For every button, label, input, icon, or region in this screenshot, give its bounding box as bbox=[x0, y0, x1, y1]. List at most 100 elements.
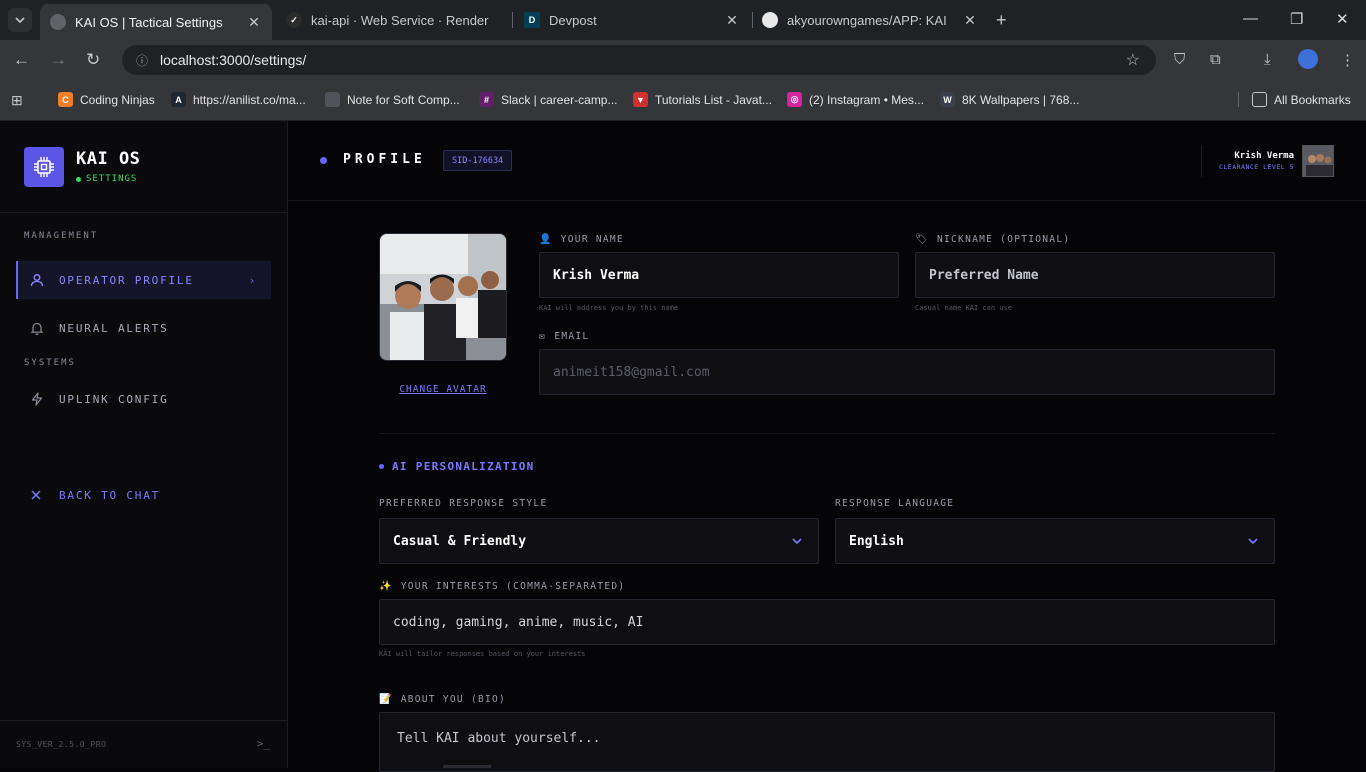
sidebar-item-uplink-config[interactable]: UPLINK CONFIG bbox=[16, 380, 271, 418]
tab-kai-settings[interactable]: KAI OS | Tactical Settings ✕ bbox=[40, 4, 272, 40]
response-language-select[interactable]: English bbox=[835, 518, 1275, 564]
version-label: SYS_VER_2.5.0_PRO bbox=[16, 740, 107, 749]
bookmark-anilist[interactable]: A https://anilist.co/ma... bbox=[171, 92, 306, 107]
status-dot bbox=[76, 176, 81, 182]
slack-icon: # bbox=[479, 92, 494, 107]
page-title: PROFILE bbox=[343, 152, 426, 167]
bell-icon bbox=[30, 321, 46, 335]
settings-main: PROFILE SID-176634 Krish Verma CLEARANCE… bbox=[288, 121, 1366, 772]
user-badge[interactable]: Krish Verma CLEARANCE LEVEL 5 bbox=[1201, 145, 1366, 177]
tab-search-button[interactable] bbox=[8, 8, 32, 32]
brand-header: KAI OS SETTINGS bbox=[0, 121, 287, 213]
close-window-icon[interactable]: ✕ bbox=[1336, 10, 1349, 28]
apps-grid-icon[interactable]: ⊞ bbox=[11, 92, 23, 109]
chevron-down-icon bbox=[790, 534, 804, 552]
lightning-icon bbox=[30, 392, 46, 406]
close-tab-icon[interactable]: ✕ bbox=[962, 12, 978, 29]
section-label-systems: SYSTEMS bbox=[24, 358, 76, 368]
bio-label: 📝 ABOUT YOU (BIO) bbox=[379, 694, 507, 705]
interests-hint: KAI will tailor responses based on your … bbox=[379, 650, 586, 658]
bookmark-slack[interactable]: # Slack | career-camp... bbox=[479, 92, 617, 107]
reload-icon[interactable]: ↻ bbox=[86, 50, 100, 70]
name-field[interactable]: Krish Verma bbox=[539, 252, 899, 298]
chip-icon bbox=[24, 147, 64, 187]
nickname-field[interactable]: Preferred Name bbox=[915, 252, 1275, 298]
nickname-hint: Casual name KAI can use bbox=[915, 304, 1012, 312]
status-indicator: SETTINGS bbox=[76, 174, 137, 184]
all-bookmarks[interactable]: All Bookmarks bbox=[1238, 92, 1351, 107]
sidebar-item-operator-profile[interactable]: OPERATOR PROFILE › bbox=[16, 261, 271, 299]
sidebar-footer: SYS_VER_2.5.0_PRO >_ bbox=[0, 720, 288, 768]
coding-ninjas-icon: C bbox=[58, 92, 73, 107]
response-style-select[interactable]: Casual & Friendly bbox=[379, 518, 819, 564]
interests-input[interactable]: coding, gaming, anime, music, AI bbox=[379, 599, 1275, 645]
sidebar-item-neural-alerts[interactable]: NEURAL ALERTS bbox=[16, 309, 271, 347]
bookmark-javatpoint[interactable]: ▼ Tutorials List - Javat... bbox=[633, 92, 772, 107]
response-language-label: RESPONSE LANGUAGE bbox=[835, 498, 955, 509]
note-icon bbox=[325, 92, 340, 107]
bookmark-star-icon[interactable]: ☆ bbox=[1126, 50, 1140, 70]
section-label-management: MANAGEMENT bbox=[24, 231, 99, 241]
minimize-icon[interactable]: — bbox=[1243, 10, 1258, 27]
user-name: Krish Verma bbox=[1234, 151, 1294, 161]
tag-icon: 🏷 bbox=[915, 234, 929, 245]
header-dot bbox=[320, 157, 327, 164]
restore-icon[interactable]: ❐ bbox=[1290, 10, 1303, 28]
session-id-badge: SID-176634 bbox=[443, 150, 513, 171]
render-icon: ✓ bbox=[286, 12, 302, 28]
chevron-down-icon bbox=[15, 17, 25, 24]
avatar[interactable] bbox=[1302, 145, 1334, 177]
profile-photo bbox=[379, 233, 507, 361]
clearance-level: CLEARANCE LEVEL 5 bbox=[1218, 163, 1294, 171]
folder-icon bbox=[1252, 92, 1267, 107]
nickname-label: 🏷 NICKNAME (OPTIONAL) bbox=[915, 234, 1071, 245]
sidebar: KAI OS SETTINGS MANAGEMENT OPERATOR PROF… bbox=[0, 121, 288, 768]
terminal-icon[interactable]: >_ bbox=[257, 737, 270, 750]
download-icon[interactable]: ⤓ bbox=[1264, 51, 1271, 68]
instagram-icon: ◎ bbox=[787, 92, 802, 107]
tab-github[interactable]: akyourowngames/APP: KAI ✕ bbox=[752, 4, 988, 36]
response-style-label: PREFERRED RESPONSE STYLE bbox=[379, 498, 548, 509]
email-label: ✉ EMAIL bbox=[539, 331, 590, 342]
close-tab-icon[interactable]: ✕ bbox=[724, 12, 740, 29]
user-icon bbox=[30, 273, 46, 287]
javatpoint-icon: ▼ bbox=[633, 92, 648, 107]
bio-textarea[interactable]: Tell KAI about yourself... bbox=[379, 712, 1275, 772]
site-info-icon[interactable]: ⓘ bbox=[136, 52, 152, 68]
envelope-icon: ✉ bbox=[539, 331, 547, 342]
bookmark-coding-ninjas[interactable]: C Coding Ninjas bbox=[58, 92, 155, 107]
github-icon bbox=[762, 12, 778, 28]
tab-devpost[interactable]: D Devpost ✕ bbox=[514, 4, 750, 36]
brand-title: KAI OS bbox=[76, 149, 141, 169]
bookmark-note[interactable]: Note for Soft Comp... bbox=[325, 92, 460, 107]
chevron-right-icon: › bbox=[248, 273, 257, 287]
name-hint: KAI will address you by this name bbox=[539, 304, 679, 312]
section-title-ai-personalization: AI PERSONALIZATION bbox=[379, 460, 535, 473]
change-avatar-link[interactable]: CHANGE AVATAR bbox=[379, 384, 507, 395]
page-header: PROFILE SID-176634 Krish Verma CLEARANCE… bbox=[288, 121, 1366, 201]
name-label: 👤 YOUR NAME bbox=[539, 234, 624, 245]
menu-kebab-icon[interactable]: ⋮ bbox=[1340, 51, 1355, 69]
close-tab-icon[interactable]: ✕ bbox=[246, 14, 262, 31]
section-divider bbox=[379, 433, 1275, 434]
new-tab-plus-icon[interactable]: + bbox=[996, 10, 1007, 31]
chevron-down-icon bbox=[1246, 534, 1260, 552]
bookmark-wallpapers[interactable]: W 8K Wallpapers | 768... bbox=[940, 92, 1079, 107]
back-arrow-icon[interactable]: ← bbox=[13, 50, 30, 70]
bookmark-instagram[interactable]: ◎ (2) Instagram • Mes... bbox=[787, 92, 924, 107]
extensions-puzzle-icon[interactable]: ⧉ bbox=[1210, 51, 1221, 68]
person-icon: 👤 bbox=[539, 234, 553, 245]
anilist-icon: A bbox=[171, 92, 186, 107]
browser-tabstrip: KAI OS | Tactical Settings ✕ ✓ kai-api ·… bbox=[0, 0, 1366, 40]
tab-render[interactable]: ✓ kai-api · Web Service · Render bbox=[276, 4, 510, 36]
bookmarks-bar: ⊞ C Coding Ninjas A https://anilist.co/m… bbox=[0, 80, 1366, 121]
close-icon bbox=[30, 489, 46, 501]
shield-extension-icon[interactable]: ⛉ bbox=[1174, 51, 1185, 68]
email-field[interactable]: animeit158@gmail.com bbox=[539, 349, 1275, 395]
kai-app: KAI OS SETTINGS MANAGEMENT OPERATOR PROF… bbox=[0, 121, 1366, 772]
profile-avatar-icon[interactable] bbox=[1298, 49, 1318, 69]
back-to-chat-button[interactable]: BACK TO CHAT bbox=[16, 476, 271, 514]
forward-arrow-icon[interactable]: → bbox=[50, 50, 67, 70]
sparkles-icon: ✨ bbox=[379, 581, 393, 592]
address-bar[interactable]: ⓘ localhost:3000/settings/ ☆ bbox=[122, 45, 1156, 75]
